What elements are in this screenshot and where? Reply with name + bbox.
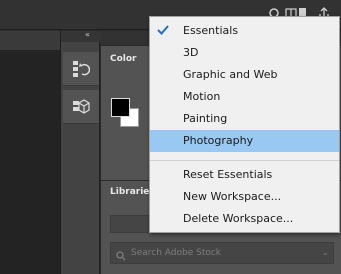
menu-item-label: Motion <box>183 90 221 103</box>
menu-item-painting[interactable]: Painting <box>150 108 339 130</box>
search-placeholder: Search Adobe Stock <box>131 248 222 258</box>
menu-item-essentials[interactable]: Essentials <box>150 20 339 42</box>
3d-panel-button[interactable] <box>63 90 99 124</box>
collapse-panels-button[interactable]: « <box>61 30 101 42</box>
history-icon <box>72 59 91 83</box>
menu-item-label: Photography <box>183 134 254 147</box>
menu-item-new-workspace[interactable]: New Workspace... <box>150 186 339 208</box>
check-icon <box>156 23 170 37</box>
menu-item-label: Delete Workspace... <box>183 212 294 225</box>
chevron-down-icon[interactable]: ⌄ <box>321 248 329 258</box>
stock-search-input[interactable]: Search Adobe Stock ⌄ <box>110 242 334 264</box>
menu-item-label: Reset Essentials <box>183 168 273 181</box>
3d-cube-icon <box>72 97 90 121</box>
menu-item-reset-essentials[interactable]: Reset Essentials <box>150 164 339 186</box>
menu-item-label: Painting <box>183 112 228 125</box>
menu-item-graphic-and-web[interactable]: Graphic and Web <box>150 64 339 86</box>
menu-separator <box>150 160 339 161</box>
menu-item-label: Essentials <box>183 24 239 37</box>
document-area <box>0 31 60 274</box>
panel-icon-column: « <box>60 30 101 274</box>
workspace-menu: Essentials 3D Graphic and Web Motion Pai… <box>149 16 340 233</box>
menu-item-label: 3D <box>183 46 199 59</box>
search-icon <box>115 247 127 266</box>
canvas[interactable] <box>0 52 60 274</box>
menu-item-motion[interactable]: Motion <box>150 86 339 108</box>
foreground-color-swatch[interactable] <box>111 98 130 117</box>
document-tab-strip[interactable] <box>0 31 60 51</box>
history-panel-button[interactable] <box>63 52 99 86</box>
menu-item-label: New Workspace... <box>183 190 282 203</box>
collapse-arrows-icon: « <box>85 30 90 39</box>
menu-item-3d[interactable]: 3D <box>150 42 339 64</box>
color-panel-tab[interactable]: Color <box>110 54 137 64</box>
menu-item-label: Graphic and Web <box>183 68 278 81</box>
menu-item-photography[interactable]: Photography <box>150 130 339 152</box>
menu-item-delete-workspace[interactable]: Delete Workspace... <box>150 208 339 230</box>
